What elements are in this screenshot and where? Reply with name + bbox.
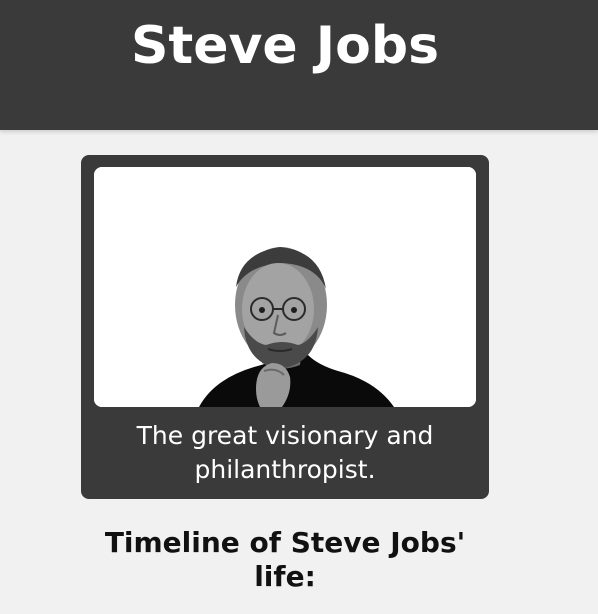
timeline-heading: Timeline of Steve Jobs' life: <box>104 526 466 593</box>
tribute-card: The great visionary and philanthropist. <box>81 155 489 499</box>
portrait-caption: The great visionary and philanthropist. <box>136 421 434 484</box>
portrait-illustration <box>94 167 476 407</box>
page-header: Steve Jobs <box>0 0 598 130</box>
page-title: Steve Jobs <box>130 16 440 76</box>
portrait-image <box>94 167 476 407</box>
